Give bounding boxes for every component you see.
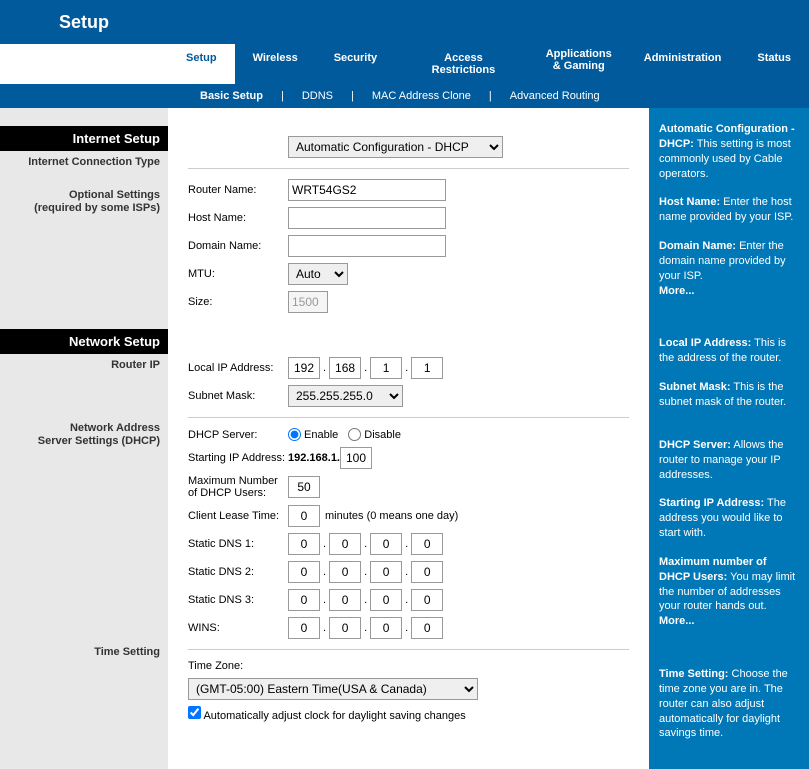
dns3-oct3[interactable] — [370, 589, 402, 611]
label-optional: Optional Settings(required by some ISPs) — [0, 184, 168, 220]
start-ip-prefix: 192.168.1. — [288, 452, 340, 464]
domain-name-label: Domain Name: — [188, 240, 288, 252]
dns3-oct2[interactable] — [329, 589, 361, 611]
dst-checkbox[interactable]: Automatically adjust clock for daylight … — [188, 706, 466, 722]
dns1-label: Static DNS 1: — [188, 538, 288, 550]
mtu-select[interactable]: Auto — [288, 263, 348, 285]
connection-type-select[interactable]: Automatic Configuration - DHCP — [288, 136, 503, 158]
subnav-basic[interactable]: Basic Setup — [200, 90, 263, 102]
subnav-adv[interactable]: Advanced Routing — [510, 90, 600, 102]
host-name-label: Host Name: — [188, 212, 288, 224]
nav-tabs: Setup Wireless Security Access Restricti… — [168, 44, 809, 84]
page-title: Setup — [0, 0, 168, 44]
dns1-oct2[interactable] — [329, 533, 361, 555]
tab-security[interactable]: Security — [316, 44, 395, 84]
mtu-label: MTU: — [188, 268, 288, 280]
ip-oct3[interactable] — [370, 357, 402, 379]
dns2-oct3[interactable] — [370, 561, 402, 583]
label-time: Time Setting — [0, 641, 168, 664]
tab-access[interactable]: Access Restrictions — [395, 44, 532, 84]
subnet-label: Subnet Mask: — [188, 390, 288, 402]
main-panel: Automatic Configuration - DHCP Router Na… — [168, 108, 649, 769]
dns1-oct3[interactable] — [370, 533, 402, 555]
dhcp-disable-radio[interactable]: Disable — [348, 428, 401, 441]
subnav-mac[interactable]: MAC Address Clone — [372, 90, 471, 102]
subnav: Basic Setup | DDNS | MAC Address Clone |… — [0, 84, 809, 108]
host-name-input[interactable] — [288, 207, 446, 229]
start-ip-input[interactable] — [340, 447, 372, 469]
dns2-oct4[interactable] — [411, 561, 443, 583]
max-users-input[interactable] — [288, 476, 320, 498]
tab-setup[interactable]: Setup — [168, 44, 235, 84]
dns2-oct1[interactable] — [288, 561, 320, 583]
start-ip-label: Starting IP Address: — [188, 452, 288, 464]
tab-apps[interactable]: Applications& Gaming — [532, 44, 626, 84]
help-panel: Automatic Configuration - DHCP: This set… — [649, 108, 809, 769]
dns3-oct4[interactable] — [411, 589, 443, 611]
more-link-1[interactable]: More... — [659, 285, 694, 297]
wins-oct1[interactable] — [288, 617, 320, 639]
label-routerip: Router IP — [0, 354, 168, 377]
max-users-label: Maximum Numberof DHCP Users: — [188, 475, 288, 499]
lease-hint: minutes (0 means one day) — [325, 510, 458, 522]
router-name-label: Router Name: — [188, 184, 288, 196]
domain-name-input[interactable] — [288, 235, 446, 257]
dns2-label: Static DNS 2: — [188, 566, 288, 578]
dhcp-enable-radio[interactable]: Enable — [288, 428, 338, 441]
ip-oct2[interactable] — [329, 357, 361, 379]
wins-label: WINS: — [188, 622, 288, 634]
local-ip-label: Local IP Address: — [188, 362, 288, 374]
dns1-oct4[interactable] — [411, 533, 443, 555]
tab-status[interactable]: Status — [739, 44, 809, 84]
tab-admin[interactable]: Administration — [626, 44, 740, 84]
size-label: Size: — [188, 296, 288, 308]
ip-oct1[interactable] — [288, 357, 320, 379]
timezone-select[interactable]: (GMT-05:00) Eastern Time(USA & Canada) — [188, 678, 478, 700]
topbar: Setup — [0, 0, 809, 44]
dhcp-server-label: DHCP Server: — [188, 429, 288, 441]
section-network: Network Setup — [0, 329, 168, 354]
subnet-select[interactable]: 255.255.255.0 — [288, 385, 403, 407]
label-conntype: Internet Connection Type — [0, 151, 168, 174]
sidebar: Internet Setup Internet Connection Type … — [0, 108, 168, 769]
dns3-oct1[interactable] — [288, 589, 320, 611]
size-input — [288, 291, 328, 313]
subnav-ddns[interactable]: DDNS — [302, 90, 333, 102]
lease-label: Client Lease Time: — [188, 510, 288, 522]
wins-oct3[interactable] — [370, 617, 402, 639]
ip-oct4[interactable] — [411, 357, 443, 379]
label-dhcp: Network AddressServer Settings (DHCP) — [0, 417, 168, 453]
tab-wireless[interactable]: Wireless — [235, 44, 316, 84]
dns2-oct2[interactable] — [329, 561, 361, 583]
section-internet: Internet Setup — [0, 126, 168, 151]
dns3-label: Static DNS 3: — [188, 594, 288, 606]
lease-input[interactable] — [288, 505, 320, 527]
router-name-input[interactable] — [288, 179, 446, 201]
wins-oct2[interactable] — [329, 617, 361, 639]
dns1-oct1[interactable] — [288, 533, 320, 555]
more-link-2[interactable]: More... — [659, 615, 694, 627]
wins-oct4[interactable] — [411, 617, 443, 639]
